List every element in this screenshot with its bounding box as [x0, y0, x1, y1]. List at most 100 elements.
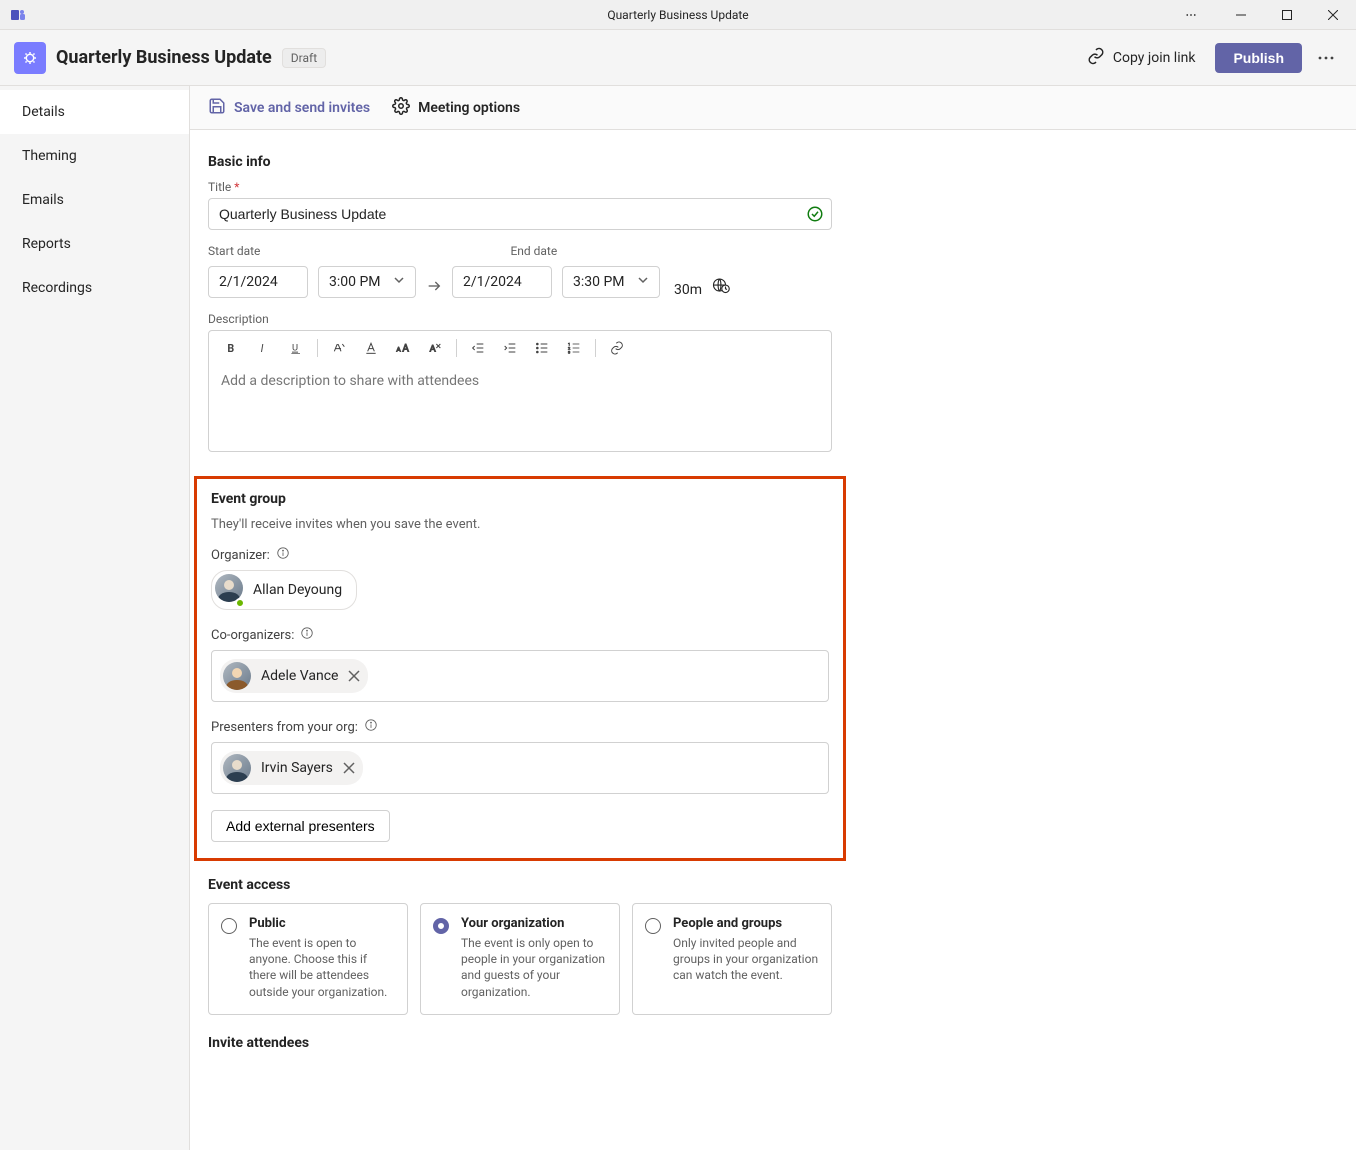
access-option-desc: The event is open to anyone. Choose this… — [249, 935, 395, 1000]
window-minimize-button[interactable] — [1218, 0, 1264, 30]
meeting-options-button[interactable]: Meeting options — [392, 97, 520, 119]
title-bar: Quarterly Business Update — [0, 0, 1356, 30]
description-toolbar: B I U AA A 123 — [209, 331, 831, 365]
copy-join-link-button[interactable]: Copy join link — [1077, 41, 1206, 75]
meeting-options-label: Meeting options — [418, 100, 520, 116]
body: Details Theming Emails Reports Recording… — [0, 86, 1356, 1150]
access-option-desc: Only invited people and groups in your o… — [673, 935, 819, 984]
link-icon — [1087, 47, 1105, 69]
end-date-label: End date — [510, 244, 557, 258]
title-label: Title * — [208, 180, 832, 194]
presenters-label: Presenters from your org: — [211, 718, 829, 736]
access-option-desc: The event is only open to people in your… — [461, 935, 607, 1000]
event-group-heading: Event group — [211, 491, 829, 507]
person-name: Irvin Sayers — [261, 760, 333, 776]
person-chip: Irvin Sayers — [220, 751, 363, 785]
highlight-button[interactable] — [324, 334, 354, 362]
font-size-button[interactable]: AA — [388, 334, 418, 362]
sidebar-item-label: Details — [22, 104, 65, 120]
publish-button[interactable]: Publish — [1215, 43, 1302, 73]
organizer-chip: Allan Deyoung — [211, 570, 357, 610]
end-time-select[interactable]: 3:30 PM — [562, 266, 660, 298]
meeting-title: Quarterly Business Update — [56, 47, 272, 68]
svg-text:U: U — [292, 343, 298, 354]
organizer-name: Allan Deyoung — [253, 582, 342, 598]
meeting-icon — [14, 42, 46, 74]
duration-label: 30m — [670, 282, 702, 298]
remove-person-button[interactable] — [343, 762, 355, 774]
description-editor: B I U AA A 123 Add a description t — [208, 330, 832, 452]
save-and-send-invites-button[interactable]: Save and send invites — [208, 97, 370, 119]
start-date-label: Start date — [208, 244, 260, 258]
svg-text:A: A — [402, 343, 409, 354]
bulleted-list-button[interactable] — [527, 334, 557, 362]
header-bar: Quarterly Business Update Draft Copy joi… — [0, 30, 1356, 86]
remove-person-button[interactable] — [348, 670, 360, 682]
main: Basic info Title * Start date End date 2… — [190, 130, 850, 1091]
italic-button[interactable]: I — [249, 334, 279, 362]
sidebar: Details Theming Emails Reports Recording… — [0, 86, 190, 1150]
access-option-title: People and groups — [673, 916, 819, 931]
window-close-button[interactable] — [1310, 0, 1356, 30]
start-date-input[interactable]: 2/1/2024 — [208, 266, 308, 298]
radio-icon — [221, 918, 237, 934]
timezone-icon[interactable] — [712, 276, 730, 298]
sidebar-item-label: Reports — [22, 236, 71, 252]
access-option-public[interactable]: Public The event is open to anyone. Choo… — [208, 903, 408, 1015]
bold-button[interactable]: B — [217, 334, 247, 362]
presence-available-icon — [235, 598, 245, 608]
font-color-button[interactable] — [356, 334, 386, 362]
numbered-list-button[interactable]: 123 — [559, 334, 589, 362]
insert-link-button[interactable] — [602, 334, 632, 362]
co-organizers-label: Co-organizers: — [211, 626, 829, 644]
sidebar-item-reports[interactable]: Reports — [0, 222, 189, 266]
start-time-select[interactable]: 3:00 PM — [318, 266, 416, 298]
sidebar-item-recordings[interactable]: Recordings — [0, 266, 189, 310]
checkmark-circle-icon — [806, 205, 824, 227]
save-and-send-invites-label: Save and send invites — [234, 100, 370, 116]
access-option-your-organization[interactable]: Your organization The event is only open… — [420, 903, 620, 1015]
action-bar: Save and send invites Meeting options — [190, 86, 1356, 130]
header-more-button[interactable] — [1310, 42, 1342, 74]
radio-icon — [433, 918, 449, 934]
avatar — [223, 754, 251, 782]
description-textarea[interactable]: Add a description to share with attendee… — [209, 365, 831, 451]
title-input[interactable] — [208, 198, 832, 230]
chevron-down-icon — [637, 274, 649, 290]
sidebar-item-label: Theming — [22, 148, 77, 164]
invite-attendees-heading: Invite attendees — [208, 1035, 832, 1051]
clear-formatting-button[interactable]: A — [420, 334, 450, 362]
svg-text:B: B — [227, 342, 234, 355]
presenters-input[interactable]: Irvin Sayers — [211, 742, 829, 794]
save-icon — [208, 97, 226, 119]
decrease-indent-button[interactable] — [463, 334, 493, 362]
teams-app-icon — [10, 7, 26, 23]
sidebar-item-theming[interactable]: Theming — [0, 134, 189, 178]
window-maximize-button[interactable] — [1264, 0, 1310, 30]
info-icon[interactable] — [276, 546, 290, 564]
sidebar-item-details[interactable]: Details — [0, 90, 189, 134]
underline-button[interactable]: U — [281, 334, 311, 362]
increase-indent-button[interactable] — [495, 334, 525, 362]
info-icon[interactable] — [364, 718, 378, 736]
draft-badge: Draft — [282, 48, 326, 68]
person-chip: Adele Vance — [220, 659, 368, 693]
access-option-people-and-groups[interactable]: People and groups Only invited people an… — [632, 903, 832, 1015]
window-controls — [1168, 0, 1356, 30]
add-external-presenters-button[interactable]: Add external presenters — [211, 810, 390, 842]
gear-icon — [392, 97, 410, 119]
end-date-input[interactable]: 2/1/2024 — [452, 266, 552, 298]
access-option-title: Your organization — [461, 916, 607, 931]
person-name: Adele Vance — [261, 668, 338, 684]
info-icon[interactable] — [300, 626, 314, 644]
event-group-subtext: They'll receive invites when you save th… — [211, 517, 829, 532]
access-option-title: Public — [249, 916, 395, 931]
svg-text:I: I — [261, 342, 264, 355]
event-access-heading: Event access — [208, 877, 832, 893]
window-more-button[interactable] — [1168, 0, 1214, 30]
event-access-options: Public The event is open to anyone. Choo… — [208, 903, 832, 1015]
arrow-right-icon — [426, 278, 442, 298]
sidebar-item-emails[interactable]: Emails — [0, 178, 189, 222]
co-organizers-input[interactable]: Adele Vance — [211, 650, 829, 702]
content: Save and send invites Meeting options Ba… — [190, 86, 1356, 1150]
